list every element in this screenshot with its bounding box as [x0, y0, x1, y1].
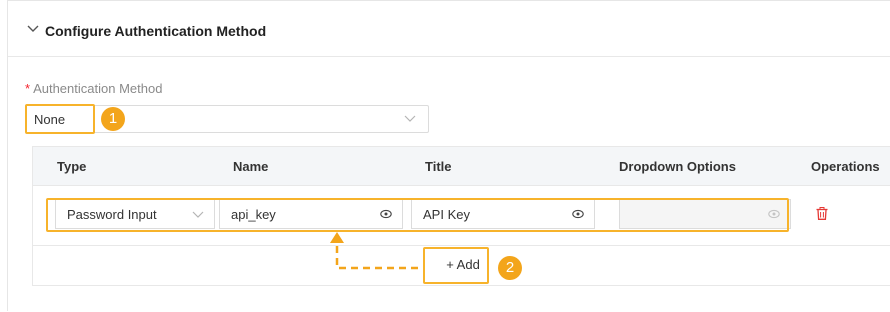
add-button-highlight	[423, 247, 489, 284]
col-name: Name	[233, 159, 269, 174]
trash-icon[interactable]	[816, 207, 828, 220]
auth-method-label: * Authentication Method	[25, 81, 162, 96]
step-badge-1: 1	[101, 107, 125, 131]
table-header: Type Name Title Dropdown Options Operati…	[33, 147, 890, 186]
section-header[interactable]: Configure Authentication Method	[8, 1, 890, 57]
auth-config-panel: Configure Authentication Method * Authent…	[7, 0, 890, 311]
col-dropdown-options: Dropdown Options	[619, 159, 736, 174]
auth-method-highlight	[25, 104, 95, 134]
col-operations: Operations	[811, 159, 880, 174]
chevron-down-icon	[404, 115, 416, 122]
section-title: Configure Authentication Method	[45, 23, 267, 39]
auth-method-label-text: Authentication Method	[33, 81, 163, 96]
col-type: Type	[57, 159, 87, 174]
row-highlight	[46, 198, 789, 232]
required-mark: *	[25, 81, 31, 96]
chevron-down-icon[interactable]	[26, 24, 40, 34]
step-badge-2: 2	[498, 256, 522, 280]
col-title: Title	[425, 159, 452, 174]
